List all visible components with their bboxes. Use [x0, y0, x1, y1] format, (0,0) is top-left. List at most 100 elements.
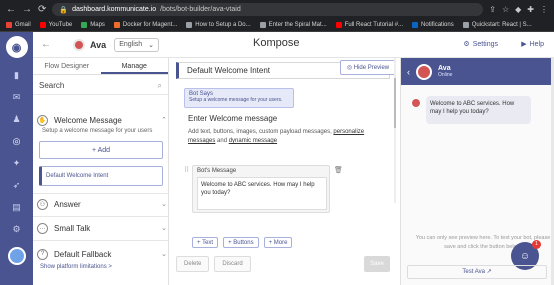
- maps-icon: [81, 22, 88, 28]
- intent-panel: Flow Designer Manage Search ⌕ ✋ Welcome …: [33, 58, 169, 285]
- divider: [33, 193, 169, 194]
- default-fallback-section: ? Default Fallback ⌄: [37, 246, 167, 262]
- panel-tabs: Flow Designer Manage: [33, 58, 168, 75]
- settings-icon[interactable]: ⚙: [11, 224, 23, 234]
- url-host: dashboard.kommunicate.io: [72, 6, 157, 13]
- language-select[interactable]: English ⌄: [114, 37, 160, 52]
- menu-icon[interactable]: ⋮: [540, 5, 548, 14]
- page-title: Kompose: [253, 37, 300, 49]
- address-bar[interactable]: 🔒 dashboard.kommunicate.io /bots/bot-bui…: [52, 3, 484, 16]
- preview-bot-name: Ava: [438, 65, 451, 72]
- tab-flow-designer[interactable]: Flow Designer: [33, 58, 101, 74]
- page-icon: [186, 22, 193, 28]
- section-header[interactable]: ? Default Fallback ⌄: [37, 246, 167, 262]
- video-icon: ▶: [521, 41, 527, 48]
- message-avatar: [411, 98, 421, 108]
- add-more-button[interactable]: + More: [263, 237, 293, 248]
- hand-wave-icon: ✋: [37, 114, 48, 126]
- chevron-left-icon[interactable]: ‹: [407, 67, 410, 77]
- add-welcome-button[interactable]: + Add: [39, 141, 163, 159]
- chevron-down-icon: ⌄: [161, 225, 167, 232]
- user-avatar[interactable]: [7, 247, 26, 265]
- bookmark-item[interactable]: How to Setup a Do...: [186, 22, 251, 28]
- analytics-icon[interactable]: ▮: [11, 70, 23, 80]
- welcome-message-section: ✋ Welcome Message ⌃ Setup a welcome mess…: [37, 112, 167, 134]
- share-icon[interactable]: ⇪: [489, 5, 496, 14]
- app-sidebar: ◉ ▮ ✉ ♟ ◎ ✦ ➶ ▤ ⚙: [0, 32, 33, 285]
- bookmarks-bar: Gmail YouTube Maps Docker for Magent... …: [0, 19, 554, 32]
- bookmark-item[interactable]: Quickstart: React | S...: [462, 22, 532, 28]
- add-buttons-button[interactable]: + Buttons: [223, 237, 259, 248]
- reports-icon[interactable]: ▤: [11, 202, 23, 212]
- reload-icon[interactable]: ⟳: [38, 4, 46, 15]
- test-bot-button[interactable]: Test Ava ↗: [407, 265, 547, 279]
- platform-limitations-link[interactable]: Show platform limitations >: [40, 264, 112, 270]
- preview-bot-info: Ava Online: [438, 65, 452, 78]
- bookmark-item[interactable]: Enter the Spiral Mat...: [259, 22, 327, 28]
- section-header[interactable]: ⚇ Answer ⌄: [37, 196, 167, 212]
- linkedin-icon: [412, 22, 419, 28]
- section-header[interactable]: … Small Talk ⌄: [37, 220, 167, 236]
- add-response-row: + Text + Buttons + More: [192, 237, 293, 248]
- bookmark-item[interactable]: Gmail: [6, 22, 31, 28]
- question-icon: ?: [37, 248, 48, 260]
- save-button[interactable]: Save: [364, 256, 390, 272]
- editor-scrollbar[interactable]: [394, 58, 396, 203]
- preview-status: Online: [438, 72, 453, 78]
- page-icon: [259, 22, 266, 28]
- bot-avatar: [73, 38, 85, 51]
- campaign-icon[interactable]: ➶: [11, 180, 23, 190]
- add-text-button[interactable]: + Text: [192, 237, 219, 248]
- extension-icon[interactable]: ◆: [515, 5, 521, 14]
- bot-icon[interactable]: ◎: [11, 136, 23, 146]
- puzzle-icon[interactable]: ✚: [527, 5, 534, 14]
- bot-message-label: Bot's Message: [197, 168, 237, 174]
- back-icon[interactable]: ←: [41, 39, 53, 50]
- section-header[interactable]: ✋ Welcome Message ⌃: [37, 112, 167, 128]
- editor-description: Add text, buttons, images, custom payloa…: [188, 129, 365, 144]
- settings-button[interactable]: ⚙ Settings: [463, 40, 498, 49]
- discard-button[interactable]: Discard: [214, 256, 251, 272]
- bookmark-item[interactable]: YouTube: [39, 22, 72, 28]
- trash-icon[interactable]: 🗑: [334, 166, 343, 174]
- gear-icon: ⚙: [463, 41, 470, 48]
- bot-says-block[interactable]: Bot Says Setup a welcome message for you…: [184, 88, 294, 108]
- bot-message-textarea[interactable]: Welcome to ABC services. How may I help …: [197, 177, 327, 210]
- hide-preview-button[interactable]: ◎ Hide Preview: [340, 60, 396, 75]
- users-icon[interactable]: ♟: [11, 114, 23, 124]
- forward-arrow-icon[interactable]: →: [22, 4, 32, 15]
- bot-avatar: [416, 63, 432, 80]
- search-input[interactable]: Search ⌕: [33, 77, 168, 95]
- chevron-down-icon: ⌄: [148, 41, 155, 49]
- help-button[interactable]: ▶ Help: [521, 40, 544, 49]
- youtube-icon: [335, 22, 342, 28]
- browser-actions: ⇪ ☆ ◆ ✚ ⋮: [489, 5, 548, 14]
- delete-button[interactable]: Delete: [176, 256, 210, 272]
- drag-handle-icon[interactable]: ⠿: [184, 166, 189, 174]
- intent-editor: Default Welcome Intent ◎ Hide Preview Bo…: [170, 58, 396, 285]
- dynamic-message-link[interactable]: dynamic message: [229, 138, 277, 144]
- bot-message-card: Bot's Message Welcome to ABC services. H…: [192, 165, 330, 213]
- bookmark-item[interactable]: Maps: [81, 22, 105, 28]
- kommunicate-logo-icon[interactable]: ◉: [5, 36, 28, 58]
- page-icon: [462, 22, 469, 28]
- bookmark-item[interactable]: Full React Tutorial #...: [335, 22, 403, 28]
- answer-section: ⚇ Answer ⌄: [37, 196, 167, 212]
- bot-builder-header: ← Ava English ⌄ Kompose ⚙ Settings ▶ Hel…: [33, 32, 554, 58]
- section-subtitle: Setup a welcome message for your users: [42, 128, 153, 134]
- browser-toolbar: ← → ⟳ 🔒 dashboard.kommunicate.io /bots/b…: [0, 0, 554, 19]
- bookmark-item[interactable]: Notifications: [412, 22, 454, 28]
- integrations-icon[interactable]: ✦: [11, 158, 23, 168]
- bookmark-item[interactable]: Docker for Magent...: [113, 22, 177, 28]
- tab-manage[interactable]: Manage: [100, 58, 168, 74]
- app-root: ← → ⟳ 🔒 dashboard.kommunicate.io /bots/b…: [0, 0, 554, 285]
- search-icon: ⌕: [157, 80, 162, 90]
- preview-header: ‹ Ava Online: [401, 58, 551, 85]
- lock-icon: 🔒: [59, 6, 69, 14]
- chevron-down-icon: ⌄: [161, 251, 167, 258]
- back-arrow-icon[interactable]: ←: [6, 4, 16, 15]
- conversations-icon[interactable]: ✉: [11, 92, 23, 102]
- scrollbar-thumb[interactable]: [394, 78, 396, 128]
- star-icon[interactable]: ☆: [502, 5, 509, 14]
- default-welcome-intent-item[interactable]: Default Welcome Intent: [39, 166, 163, 186]
